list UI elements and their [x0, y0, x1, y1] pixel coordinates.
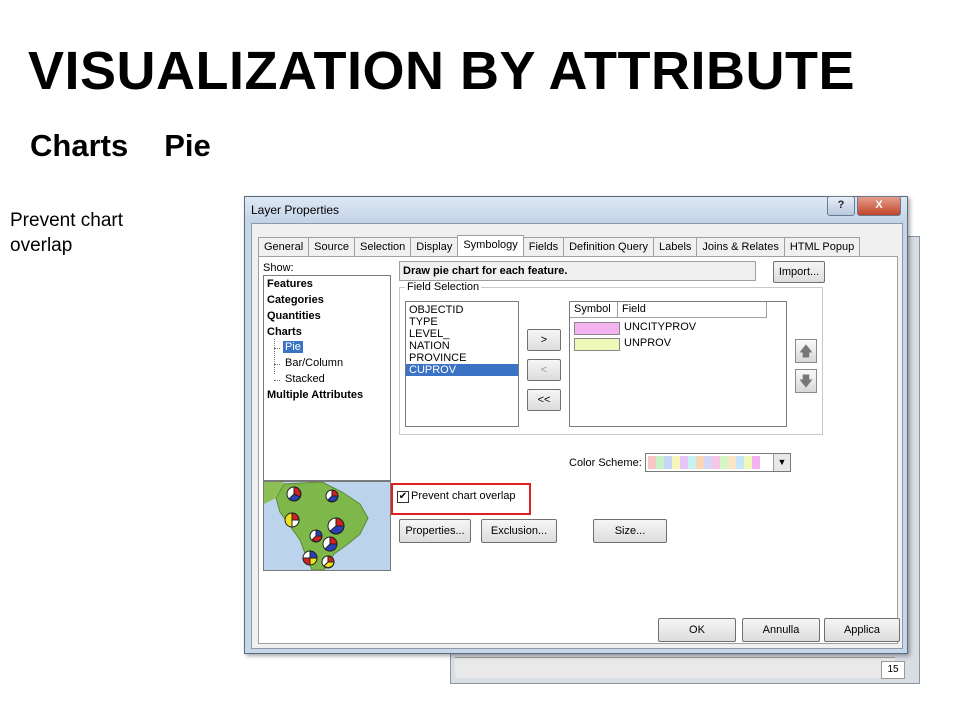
apply-button[interactable]: Applica	[824, 618, 900, 642]
remove-field-button[interactable]: <	[527, 359, 561, 381]
field-item[interactable]: PROVINCE	[409, 352, 466, 364]
field-item[interactable]: NATION	[409, 340, 450, 352]
symbol-field-name: UNCITYPROV	[624, 321, 697, 333]
move-up-button[interactable]: 🡅	[795, 339, 817, 363]
tree-item-pie[interactable]: Pie	[283, 341, 303, 353]
symbology-panel: Show: Features Categories Quantities Cha…	[258, 256, 898, 644]
down-arrow-icon: 🡇	[798, 373, 814, 389]
layer-properties-dialog: Layer Properties ? X General Source Select…	[244, 196, 908, 654]
tab-symbology[interactable]: Symbology	[457, 235, 524, 257]
dialog-title: Layer Properties	[251, 203, 340, 217]
scheme-swatch	[696, 456, 704, 469]
scheme-swatch	[736, 456, 744, 469]
field-item[interactable]: TYPE	[409, 316, 438, 328]
tab-definition-query[interactable]: Definition Query	[563, 237, 654, 256]
up-arrow-icon: 🡅	[798, 343, 814, 359]
tab-fields[interactable]: Fields	[522, 237, 565, 256]
symbology-preview-map	[263, 481, 391, 571]
tree-connector	[274, 380, 280, 381]
color-scheme-label: Color Scheme:	[569, 457, 642, 469]
scheme-swatch	[712, 456, 720, 469]
tree-item-features[interactable]: Features	[267, 278, 313, 290]
subtitle-pie: Pie	[164, 128, 211, 163]
tree-item-charts[interactable]: Charts	[267, 326, 302, 338]
slide-title: VISUALIZATION BY ATTRIBUTE	[28, 41, 855, 101]
scheme-swatch	[664, 456, 672, 469]
symbol-field-table: Symbol Field UNCITYPROV UNPROV	[569, 301, 787, 427]
dialog-titlebar[interactable]: Layer Properties ? X	[245, 196, 907, 223]
import-button[interactable]: Import...	[773, 261, 825, 283]
scheme-swatch	[680, 456, 688, 469]
tree-item-categories[interactable]: Categories	[267, 294, 324, 306]
side-note: Prevent chart overlap	[10, 210, 123, 256]
properties-button[interactable]: Properties...	[399, 519, 471, 543]
tree-item-quantities[interactable]: Quantities	[267, 310, 321, 322]
scheme-swatch	[728, 456, 736, 469]
field-item-selected[interactable]: CUPROV	[406, 364, 518, 376]
field-selection-label: Field Selection	[405, 281, 482, 293]
tree-item-bar-column[interactable]: Bar/Column	[285, 357, 343, 369]
scheme-swatch	[688, 456, 696, 469]
subtitle-charts: Charts	[30, 128, 129, 163]
symbol-swatch[interactable]	[574, 338, 620, 351]
ok-button[interactable]: OK	[658, 618, 736, 642]
tab-selection[interactable]: Selection	[354, 237, 412, 256]
scheme-swatch	[752, 456, 760, 469]
exclusion-button[interactable]: Exclusion...	[481, 519, 557, 543]
tree-connector	[274, 364, 280, 365]
show-tree: Features Categories Quantities Charts Pi…	[263, 275, 391, 481]
tab-source[interactable]: Source	[308, 237, 355, 256]
dialog-body: General Source Selection Display Symbology Fi…	[251, 223, 903, 649]
scheme-swatch	[704, 456, 712, 469]
tab-display[interactable]: Display	[410, 237, 459, 256]
help-button[interactable]: ?	[827, 196, 855, 216]
symbol-column-header[interactable]: Symbol	[570, 302, 618, 318]
add-field-button[interactable]: >	[527, 329, 561, 351]
tab-html-popup[interactable]: HTML Popup	[783, 237, 861, 256]
prevent-overlap-label[interactable]: Prevent chart overlap	[411, 490, 516, 502]
field-column-header[interactable]: Field	[618, 302, 767, 318]
cancel-button[interactable]: Annulla	[742, 618, 820, 642]
color-scheme-select[interactable]: ▼	[645, 453, 791, 472]
field-item[interactable]: OBJECTID	[409, 304, 463, 316]
size-button[interactable]: Size...	[593, 519, 667, 543]
scheme-swatch	[672, 456, 680, 469]
available-fields-list: OBJECTID TYPE LEVEL_ NATION PROVINCE CUP…	[405, 301, 519, 427]
symbol-field-name: UNPROV	[624, 337, 672, 349]
prevent-overlap-checkbox[interactable]: ✔	[397, 491, 409, 503]
tab-labels[interactable]: Labels	[652, 237, 698, 256]
tab-joins-relates[interactable]: Joins & Relates	[696, 237, 785, 256]
scheme-swatch	[656, 456, 664, 469]
background-page-number: 15	[881, 661, 905, 679]
background-statusbar	[455, 657, 895, 678]
show-label: Show:	[263, 262, 294, 274]
scheme-swatch	[720, 456, 728, 469]
tree-connector	[274, 348, 280, 349]
move-down-button[interactable]: 🡇	[795, 369, 817, 393]
tree-connector	[274, 339, 275, 374]
scheme-swatch	[648, 456, 656, 469]
field-item[interactable]: LEVEL_	[409, 328, 449, 340]
tab-general[interactable]: General	[258, 237, 310, 256]
tab-strip: General Source Selection Display Symbology Fi…	[258, 234, 861, 257]
remove-all-fields-button[interactable]: <<	[527, 389, 561, 411]
chart-description: Draw pie chart for each feature.	[399, 261, 756, 281]
close-button[interactable]: X	[857, 196, 901, 216]
slide-subtitle: Charts Pie	[30, 128, 247, 164]
tree-item-multiple-attributes[interactable]: Multiple Attributes	[267, 389, 363, 401]
south-america-map	[264, 482, 369, 570]
tree-item-stacked[interactable]: Stacked	[285, 373, 325, 385]
scheme-swatch	[744, 456, 752, 469]
dropdown-arrow-icon[interactable]: ▼	[773, 454, 790, 471]
symbol-swatch[interactable]	[574, 322, 620, 335]
